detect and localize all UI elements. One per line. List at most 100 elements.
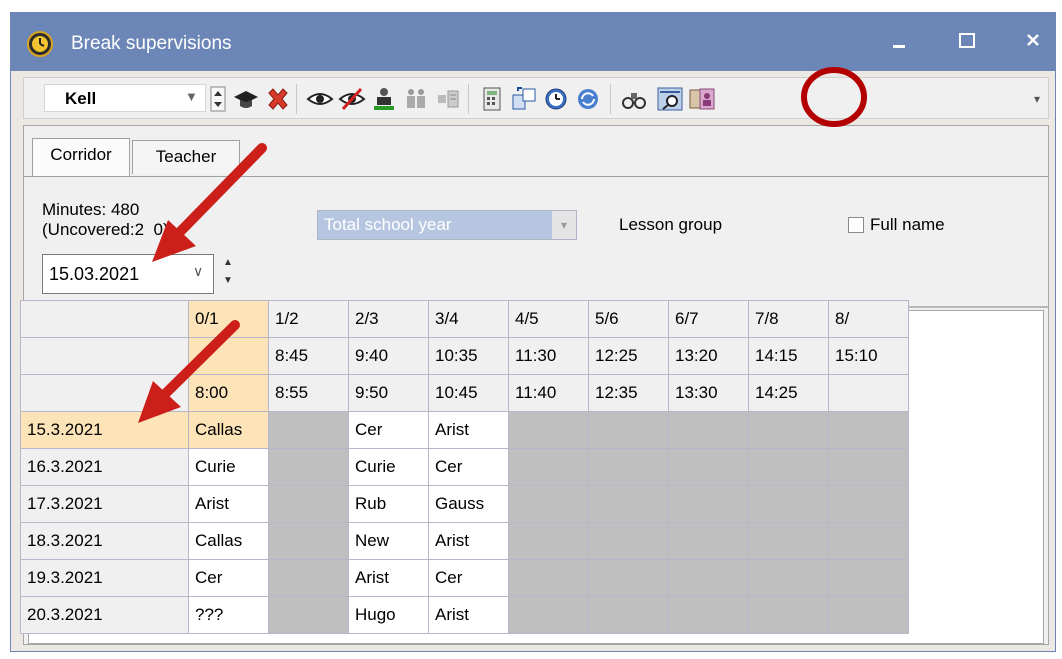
date-cell[interactable]: 18.3.2021	[20, 522, 189, 560]
supervision-cell[interactable]	[748, 522, 829, 560]
end-time-header-cell: 11:40	[508, 374, 589, 412]
supervision-cell[interactable]	[668, 559, 749, 597]
supervision-cell[interactable]	[588, 485, 669, 523]
supervision-cell[interactable]: Gauss	[428, 485, 509, 523]
minimize-icon[interactable]	[879, 23, 919, 59]
supervision-cell[interactable]	[588, 411, 669, 449]
supervision-cell[interactable]	[668, 448, 749, 486]
supervision-cell[interactable]: Arist	[428, 411, 509, 449]
end-time-header-cell: 10:45	[428, 374, 509, 412]
supervision-cell[interactable]: Hugo	[348, 596, 429, 634]
title-bar[interactable]: Break supervisions	[11, 13, 1055, 71]
binoculars-icon[interactable]	[620, 85, 648, 113]
teacher-select[interactable]: Kell ▼	[44, 84, 206, 112]
date-cell[interactable]: 19.3.2021	[20, 559, 189, 597]
supervision-cell[interactable]	[668, 522, 749, 560]
supervision-cell[interactable]	[748, 411, 829, 449]
supervision-cell[interactable]: New	[348, 522, 429, 560]
supervision-cell[interactable]	[268, 411, 349, 449]
supervision-cell[interactable]	[828, 559, 909, 597]
supervision-cell[interactable]: Arist	[428, 522, 509, 560]
date-cell[interactable]: 15.3.2021	[20, 411, 189, 449]
assign-teacher-icon[interactable]	[370, 85, 398, 113]
supervision-cell[interactable]: Arist	[428, 596, 509, 634]
period-header-cell: 8/	[828, 300, 909, 338]
refresh-icon[interactable]	[574, 85, 602, 113]
highlighted-view-icon[interactable]	[656, 85, 684, 113]
supervision-cell[interactable]	[828, 485, 909, 523]
supervision-cell[interactable]	[828, 522, 909, 560]
supervision-cell[interactable]	[268, 485, 349, 523]
supervision-cell[interactable]	[588, 596, 669, 634]
clock-icon[interactable]	[542, 85, 570, 113]
tab-corridor[interactable]: Corridor	[32, 138, 130, 176]
date-cell[interactable]: 17.3.2021	[20, 485, 189, 523]
supervision-cell[interactable]: Callas	[188, 522, 269, 560]
supervision-cell[interactable]	[588, 559, 669, 597]
delete-icon[interactable]	[264, 85, 292, 113]
supervision-cell[interactable]: ???	[188, 596, 269, 634]
start-time-header-cell: 11:30	[508, 337, 589, 375]
full-name-checkbox[interactable]	[848, 217, 864, 233]
clock-app-icon	[27, 31, 53, 57]
date-cell[interactable]: 16.3.2021	[20, 448, 189, 486]
supervision-cell[interactable]: Cer	[428, 559, 509, 597]
teacher-hat-icon[interactable]	[232, 85, 260, 113]
supervision-cell[interactable]: Curie	[348, 448, 429, 486]
calculator-icon[interactable]	[478, 85, 506, 113]
date-picker[interactable]: 15.03.2021 ∨	[42, 254, 214, 294]
hide-icon[interactable]	[338, 85, 366, 113]
supervision-cell[interactable]	[748, 485, 829, 523]
supervision-cell[interactable]	[668, 596, 749, 634]
supervision-cell[interactable]	[508, 596, 589, 634]
teacher-card-icon[interactable]	[688, 85, 716, 113]
supervision-cell[interactable]: Arist	[348, 559, 429, 597]
supervision-cell[interactable]: Callas	[188, 411, 269, 449]
supervision-cell[interactable]: Cer	[428, 448, 509, 486]
date-spinner[interactable]: ▲ ▼	[218, 254, 238, 294]
view-icon[interactable]	[306, 85, 334, 113]
supervision-cell[interactable]	[508, 485, 589, 523]
chevron-down-icon[interactable]: ▼	[185, 89, 198, 104]
supervision-cell[interactable]	[828, 411, 909, 449]
maximize-icon[interactable]	[947, 23, 987, 59]
supervision-cell[interactable]	[268, 448, 349, 486]
supervision-cell[interactable]	[268, 559, 349, 597]
spinner-icon[interactable]	[210, 85, 226, 113]
supervision-cell[interactable]	[748, 448, 829, 486]
supervision-cell[interactable]	[588, 522, 669, 560]
supervision-cell[interactable]: Curie	[188, 448, 269, 486]
swap-icon[interactable]	[510, 85, 538, 113]
close-icon[interactable]	[1013, 23, 1053, 59]
full-name-label[interactable]: Full name	[870, 215, 945, 235]
supervision-cell[interactable]	[748, 559, 829, 597]
supervision-cell[interactable]	[268, 596, 349, 634]
period-header-cell: 5/6	[588, 300, 669, 338]
filter-icon[interactable]	[434, 85, 462, 113]
supervision-cell[interactable]	[508, 448, 589, 486]
supervision-cell[interactable]	[588, 448, 669, 486]
supervision-cell[interactable]	[668, 411, 749, 449]
toolbar-separator	[610, 84, 611, 114]
lesson-group-label[interactable]: Lesson group	[619, 215, 722, 235]
start-time-header-cell	[188, 337, 269, 375]
supervision-cell[interactable]: Cer	[348, 411, 429, 449]
teachers-icon[interactable]	[402, 85, 430, 113]
supervision-cell[interactable]: Rub	[348, 485, 429, 523]
supervision-cell[interactable]	[508, 522, 589, 560]
supervision-cell[interactable]	[508, 411, 589, 449]
chevron-down-icon[interactable]: ∨	[193, 263, 203, 280]
supervision-cell[interactable]	[668, 485, 749, 523]
supervision-cell[interactable]: Arist	[188, 485, 269, 523]
tab-teacher[interactable]: Teacher	[132, 140, 240, 174]
supervision-cell[interactable]	[748, 596, 829, 634]
supervision-cell[interactable]: Cer	[188, 559, 269, 597]
period-header-cell: 2/3	[348, 300, 429, 338]
start-time-header-row: 8:45 9:40 10:35 11:30 12:25 13:20 14:15 15:10	[20, 337, 909, 375]
supervision-cell[interactable]	[268, 522, 349, 560]
supervision-cell[interactable]	[508, 559, 589, 597]
toolbar-overflow-icon[interactable]: ▾	[1034, 92, 1040, 106]
supervision-cell[interactable]	[828, 448, 909, 486]
date-cell[interactable]: 20.3.2021	[20, 596, 189, 634]
supervision-cell[interactable]	[828, 596, 909, 634]
